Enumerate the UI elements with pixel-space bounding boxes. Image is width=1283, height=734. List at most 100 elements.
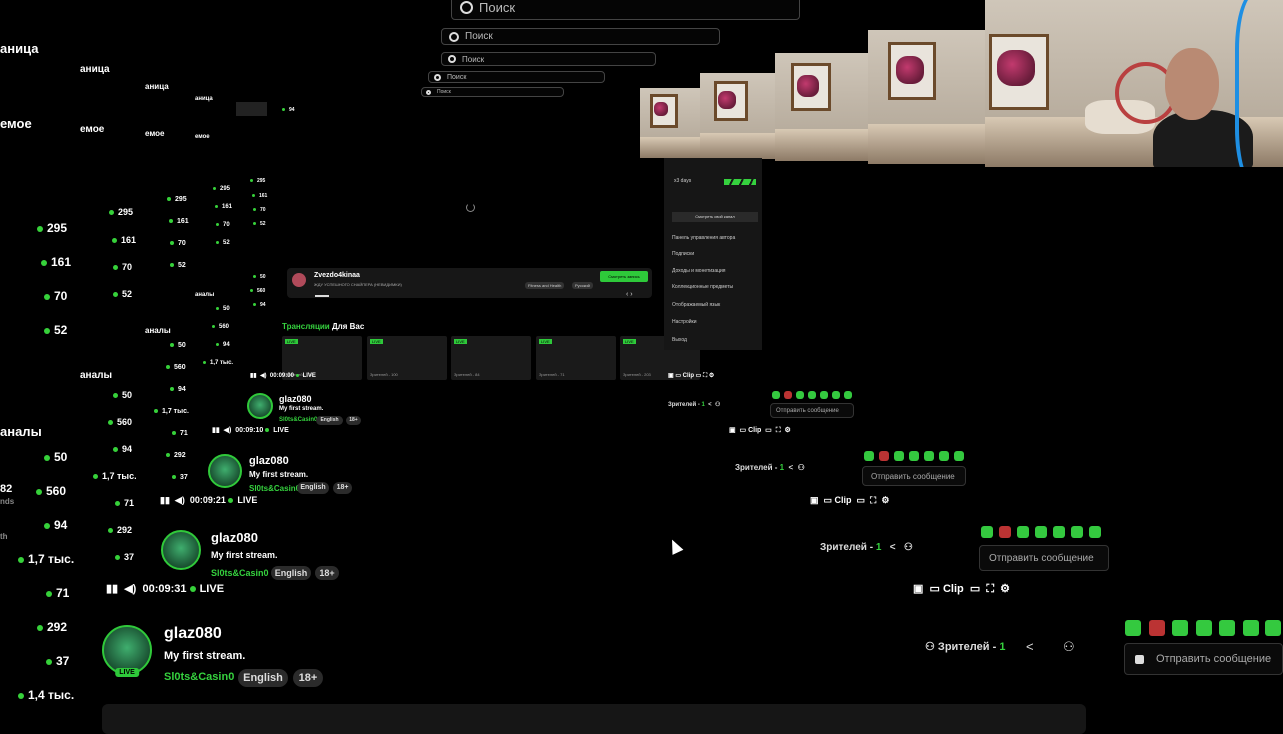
emote-icon[interactable] [954,451,964,461]
stream-tag[interactable]: 18+ [346,416,361,425]
emote-icon[interactable] [1017,526,1029,538]
stream-tag[interactable]: 18+ [315,566,339,580]
sidebar-page-label[interactable]: аница [0,41,38,56]
menu-days: x3 days [674,178,692,184]
stream-category[interactable]: Sl0ts&Casin0 [249,484,300,493]
player-tools-echo: ▣ ▭ Clip ▭ ⛶ ⚙ [913,583,1011,595]
emote-icon[interactable] [909,451,919,461]
menu-item-language[interactable]: Отображаемый язык [672,302,720,308]
emote-icon[interactable] [844,391,852,399]
emote-icon[interactable] [924,451,934,461]
menu-progress [724,179,756,185]
stream-tile[interactable]: LIVE Зрителей - 71 [536,336,616,380]
sidebar-viewer-count-echo: 292 [108,525,132,535]
emote-icon[interactable] [1071,526,1083,538]
emote-icon[interactable] [1265,620,1281,636]
sidebar-channels-label[interactable]: аналы [0,424,42,439]
promo-watch-button[interactable]: Смотреть запись [600,271,648,282]
sidebar-viewer-count: 292 [37,620,67,634]
menu-item-logout[interactable]: Выход [672,337,687,343]
sidebar-viewer-count-echo: 37 [115,552,134,562]
emote-icon[interactable] [1172,620,1188,636]
stream-tag[interactable]: English [316,416,343,425]
streamer-avatar[interactable]: LIVE [102,625,152,677]
webcam-thumbnail-3 [775,53,871,161]
stream-category[interactable]: Sl0ts&Casin0 [211,568,269,578]
streamer-username[interactable]: glaz080 [249,455,289,467]
emote-icon[interactable] [1125,620,1141,636]
search-placeholder: Поиск [447,73,467,81]
stream-tag[interactable]: 18+ [333,482,352,494]
sidebar-channels-label-echo: аналы [80,370,113,381]
sidebar-viewer-count-echo: 560 [108,417,132,427]
emote-icon[interactable] [999,526,1011,538]
emote-icon[interactable] [796,391,804,399]
stream-tile[interactable]: LIVE Зрителей - 84 [451,336,531,380]
streamer-username[interactable]: glaz080 [164,625,222,643]
stream-tag[interactable]: 18+ [293,669,323,687]
chat-input[interactable]: Отправить сообщение [770,403,854,418]
sidebar-page-label-echo: аница [195,96,213,102]
share-icon[interactable]: < [1026,639,1034,654]
emote-icon[interactable] [1219,620,1235,636]
emote-icon[interactable] [772,391,780,399]
menu-watch-button[interactable]: Смотреть свой канал [672,212,758,222]
emote-icon[interactable] [894,451,904,461]
emote-icon[interactable] [820,391,828,399]
emote-icon[interactable] [864,451,874,461]
emote-icon[interactable] [879,451,889,461]
stream-title: My first stream. [279,406,324,412]
promo-prev-button[interactable]: ‹ › [626,291,633,298]
streamer-username[interactable]: glaz080 [279,394,312,404]
stream-tile[interactable]: LIVE Зрителей - 100 [367,336,447,380]
streamer-username[interactable]: glaz080 [211,530,258,545]
menu-item-monetization[interactable]: Доходы и монетизация [672,268,725,274]
promo-username: Zvezdo4kinaa [314,272,360,279]
menu-item-subscriptions[interactable]: Подписки [672,251,694,257]
sidebar-recommended-label[interactable]: емое [0,116,32,131]
menu-item-settings[interactable]: Настройки [672,319,697,325]
emote-icon[interactable] [939,451,949,461]
viewers-icon: ⚇ [925,641,938,653]
search-icon [434,73,441,81]
emote-icon[interactable] [1149,620,1165,636]
chat-input[interactable]: Отправить сообщение [979,545,1109,571]
emote-icon[interactable] [1089,526,1101,538]
loading-spinner-icon [466,203,475,212]
sidebar-viewer-count-echo: 1,7 тыс. [93,471,137,481]
chat-input[interactable]: Отправить сообщение [862,466,966,486]
emote-icon[interactable] [784,391,792,399]
sidebar-viewer-count-echo: 295 [167,196,187,203]
search-input[interactable]: Поиск [451,0,800,20]
sidebar-channels-label-echo: аналы [145,326,171,335]
stream-tag[interactable]: English [271,566,311,580]
emote-icon[interactable] [1243,620,1259,636]
follow-icon[interactable]: ⚇ [1063,639,1075,655]
stream-title: My first stream. [249,470,309,479]
streamer-avatar[interactable] [208,454,242,488]
stream-tag[interactable]: English [297,482,329,494]
stream-tag[interactable]: English [238,669,288,687]
emote-icon[interactable] [1053,526,1065,538]
streamer-avatar[interactable] [161,530,201,570]
streamer-avatar[interactable] [247,393,273,419]
emote-icon[interactable] [981,526,993,538]
emote-icon[interactable] [832,391,840,399]
player-tools-echo: ▣ ▭ Clip ▭ ⛶ ⚙ [729,427,791,434]
promo-banner[interactable]: Zvezdo4kinaa ЖДУ УСПЕШНОГО СНАЙПЕРА (НЕВ… [287,268,652,298]
search-icon [449,31,459,42]
emote-icon[interactable] [1196,620,1212,636]
sidebar-partial: 82 [0,483,13,495]
sidebar-viewer-count-echo: 37 [172,474,188,481]
search-input-echo-4: Поиск [421,87,564,97]
promo-tag: Fitness and Health [525,282,565,289]
emote-icon[interactable] [1035,526,1047,538]
stream-category[interactable]: Sl0ts&Casin0 [279,417,317,423]
sidebar-viewer-count-echo: 50 [216,306,230,312]
sidebar-viewer-count: 560 [36,484,66,498]
menu-item-dashboard[interactable]: Панель управления автора [672,235,735,241]
emote-icon[interactable] [808,391,816,399]
chat-input[interactable]: Отправить сообщение [1124,643,1283,675]
stream-category[interactable]: Sl0ts&Casin0 [164,671,234,683]
menu-item-collectibles[interactable]: Коллекционные предметы [672,284,733,290]
